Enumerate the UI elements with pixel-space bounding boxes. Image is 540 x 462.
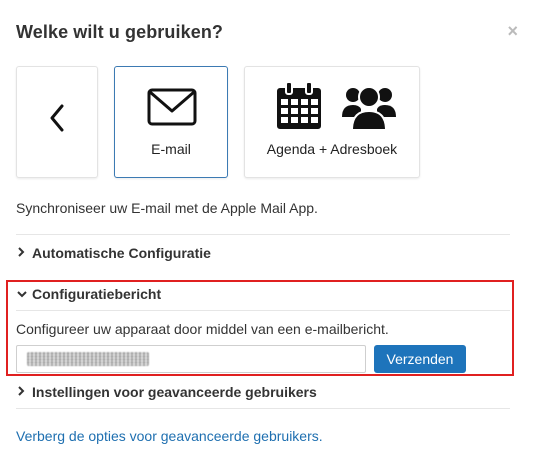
agenda-card-label: Agenda + Adresboek — [266, 141, 398, 157]
chevron-right-icon — [16, 384, 30, 400]
dialog: Welke wilt u gebruiken? × E-mail Agenda … — [0, 0, 540, 462]
chevron-right-icon — [16, 245, 30, 261]
close-button[interactable]: × — [507, 22, 518, 40]
section-header-config[interactable]: Configuratiebericht — [16, 286, 510, 302]
send-row: Verzenden — [16, 345, 510, 373]
sync-description: Synchroniseer uw E-mail met de Apple Mai… — [16, 200, 318, 216]
hide-advanced-options-link[interactable]: Verberg de opties voor geavanceerde gebr… — [16, 428, 323, 444]
section-label-automatic: Automatische Configuratie — [32, 245, 211, 261]
send-button[interactable]: Verzenden — [374, 345, 466, 373]
section-advanced-settings[interactable]: Instellingen voor geavanceerde gebruiker… — [16, 384, 510, 409]
email-input[interactable] — [16, 345, 366, 373]
section-header-advanced[interactable]: Instellingen voor geavanceerde gebruiker… — [16, 384, 510, 400]
envelope-icon — [147, 87, 197, 132]
section-automatic-configuration[interactable]: Automatische Configuratie — [16, 234, 510, 261]
section-header-automatic[interactable]: Automatische Configuratie — [16, 245, 510, 261]
section-configuration-message: Configuratiebericht Configureer uw appar… — [16, 286, 510, 373]
dialog-title: Welke wilt u gebruiken? — [16, 22, 224, 42]
redacted-email-value — [27, 352, 149, 366]
option-cards: E-mail Agenda + Adresboek — [16, 66, 436, 180]
agenda-card[interactable]: Agenda + Adresboek — [244, 66, 420, 178]
divider — [16, 310, 510, 311]
users-icon — [341, 83, 397, 136]
calendar-icon — [275, 81, 323, 136]
email-card-label: E-mail — [151, 141, 191, 157]
chevron-down-icon — [16, 286, 30, 302]
section-label-config: Configuratiebericht — [32, 286, 162, 302]
email-card[interactable]: E-mail — [114, 66, 228, 178]
section-label-advanced: Instellingen voor geavanceerde gebruiker… — [32, 384, 317, 400]
chevron-left-icon — [17, 103, 97, 138]
back-card[interactable] — [16, 66, 98, 178]
config-description: Configureer uw apparaat door middel van … — [16, 321, 389, 337]
